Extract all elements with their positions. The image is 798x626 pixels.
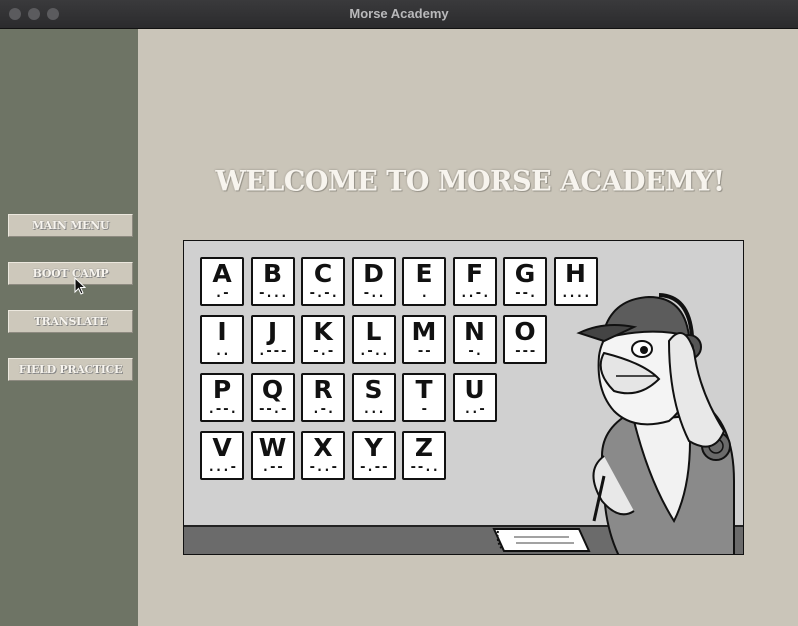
morse-card: L .-.. (351, 315, 396, 364)
morse-card-code: -... (257, 286, 288, 301)
morse-card-letter: A (212, 259, 232, 288)
morse-card-letter: I (217, 317, 227, 346)
eagle-mascot-icon (492, 293, 735, 554)
morse-card: D -.. (351, 257, 396, 306)
morse-card: T- (402, 373, 446, 422)
morse-card: K -.- (301, 315, 345, 364)
morse-card-code: -.. (362, 286, 385, 301)
morse-card-letter: V (212, 433, 232, 462)
morse-card-letter: Y (364, 433, 383, 462)
morse-card-code: -.-- (358, 460, 389, 475)
morse-card-code: -.-. (308, 286, 338, 301)
morse-card-letter: B (262, 259, 283, 288)
morse-card-code: .. (214, 344, 230, 359)
morse-card-code: -..- (308, 460, 338, 475)
welcome-heading: WELCOME TO MORSE ACADEMY! (215, 165, 726, 198)
morse-card: A .- (200, 257, 244, 306)
morse-card-code: - (420, 402, 428, 417)
morse-card-letter: J (267, 317, 278, 346)
morse-card: B -... (250, 257, 295, 306)
morse-card: I.. (200, 315, 244, 364)
morse-card-letter: E (415, 259, 433, 288)
morse-card-letter: P (212, 375, 232, 404)
morse-card: J .--- (250, 315, 295, 364)
boot-camp-button[interactable]: BOOT CAMP (8, 262, 133, 285)
morse-card: P .--. (200, 373, 244, 422)
morse-card-letter: L (365, 317, 382, 346)
morse-card: E. (402, 257, 446, 306)
morse-card: R .-. (301, 373, 345, 422)
morse-card-code: -- (416, 344, 432, 359)
morse-card-code: .--- (257, 344, 288, 359)
morse-card-letter: K (313, 317, 333, 346)
morse-card: X -..- (301, 431, 345, 480)
morse-card: C -.-. (301, 257, 345, 306)
morse-alphabet-poster: A .- B -... C -.-. D -.. E. F ..-. G --. H.... I.. J .--… (183, 240, 744, 555)
morse-card-letter: T (415, 375, 433, 404)
morse-card-letter: Q (261, 375, 284, 404)
main-menu-button[interactable]: MAIN MENU (8, 214, 133, 237)
morse-card-letter: S (364, 375, 383, 404)
morse-card-letter: X (313, 433, 333, 462)
morse-card-code: .-.. (358, 344, 389, 359)
morse-card: M -- (402, 315, 446, 364)
window-title: Morse Academy (349, 6, 449, 21)
morse-card-letter: M (411, 317, 437, 346)
title-bar: Morse Academy (0, 0, 798, 29)
translate-button[interactable]: TRANSLATE (8, 310, 133, 333)
morse-card-letter: Z (414, 433, 434, 462)
morse-card-letter: D (363, 259, 384, 288)
morse-card-code: .-- (261, 460, 284, 475)
morse-card-code: --.- (257, 402, 288, 417)
app-window: Morse Academy MAIN MENU BOOT CAMP TRANSL… (0, 0, 798, 626)
morse-card-code: .--. (207, 402, 237, 417)
morse-card: S... (351, 373, 396, 422)
morse-card-letter: W (258, 433, 287, 462)
morse-card-code: ... (362, 402, 385, 417)
mouse-cursor-icon (74, 277, 86, 295)
morse-card: V ...- (200, 431, 244, 480)
morse-card-letter: C (313, 259, 333, 288)
morse-card: Y -.-- (351, 431, 396, 480)
morse-card-code: . (420, 286, 428, 301)
morse-card-code: .- (214, 286, 230, 301)
field-practice-button[interactable]: FIELD PRACTICE (8, 358, 133, 381)
morse-card: Z --.. (402, 431, 446, 480)
morse-card-code: -.- (312, 344, 334, 359)
morse-card: Q --.- (250, 373, 295, 422)
morse-card-code: .-. (312, 402, 334, 417)
morse-card: W .-- (250, 431, 295, 480)
morse-card-letter: R (313, 375, 333, 404)
morse-card-code: --.. (409, 460, 439, 475)
morse-card-code: ...- (207, 460, 237, 475)
